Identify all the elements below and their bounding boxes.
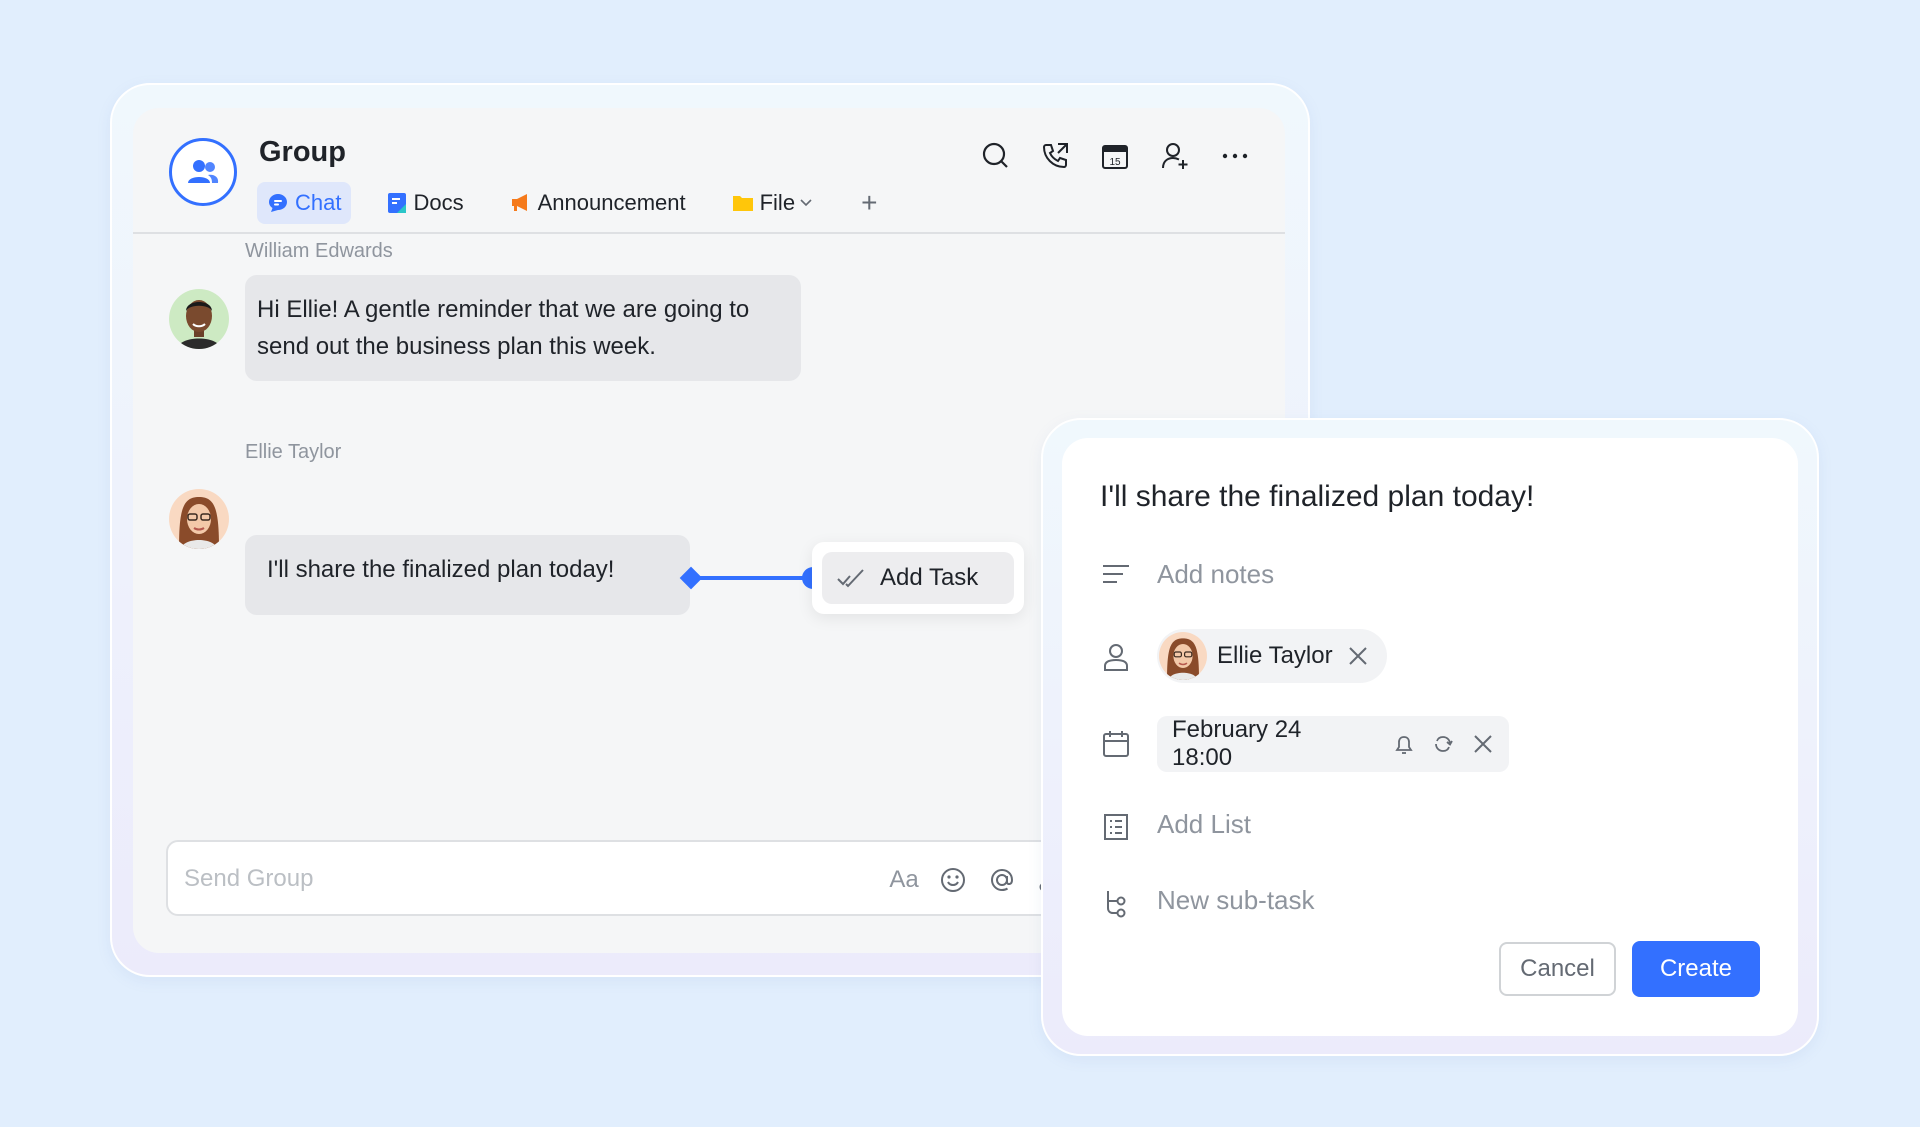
- assignee-chip[interactable]: Ellie Taylor: [1157, 629, 1387, 683]
- group-title: Group: [259, 136, 346, 168]
- chat-header: Group Chat Docs Announcement File + 15: [133, 108, 1285, 234]
- notes-icon: [1100, 559, 1132, 591]
- phone-icon[interactable]: [1039, 140, 1071, 172]
- megaphone-icon: [511, 194, 527, 211]
- avatar-william-edwards[interactable]: [169, 289, 229, 349]
- tab-announcement-label: Announcement: [537, 190, 686, 215]
- due-date-icon: [1100, 728, 1132, 760]
- group-people-icon: [188, 160, 219, 183]
- add-tab-button[interactable]: +: [861, 187, 877, 219]
- tab-bar: Chat Docs Announcement File +: [257, 181, 877, 225]
- avatar-ellie-taylor[interactable]: [169, 489, 229, 549]
- create-button[interactable]: Create: [1632, 941, 1760, 997]
- chat-bubble-icon: [269, 194, 287, 212]
- repeat-icon[interactable]: [1430, 730, 1458, 758]
- add-task-button[interactable]: Add Task: [822, 552, 1014, 604]
- font-format-icon[interactable]: Aa: [888, 864, 920, 896]
- tab-docs[interactable]: Docs: [377, 182, 473, 224]
- new-subtask-field[interactable]: New sub-task: [1157, 885, 1315, 916]
- emoji-icon[interactable]: [937, 864, 969, 896]
- more-icon[interactable]: [1219, 140, 1251, 172]
- search-icon[interactable]: [979, 140, 1011, 172]
- docs-icon: [388, 193, 407, 213]
- group-avatar[interactable]: [169, 138, 237, 206]
- add-notes-field[interactable]: Add notes: [1157, 559, 1274, 590]
- tab-file[interactable]: File: [722, 182, 829, 224]
- message-bubble[interactable]: Hi Ellie! A gentle reminder that we are …: [245, 275, 801, 381]
- reminder-bell-icon[interactable]: [1390, 730, 1418, 758]
- calendar-icon[interactable]: 15: [1099, 140, 1131, 172]
- tab-docs-label: Docs: [413, 190, 464, 215]
- add-member-icon[interactable]: [1159, 140, 1191, 172]
- clear-date-icon[interactable]: [1469, 730, 1497, 758]
- sender-name: Ellie Taylor: [245, 441, 342, 463]
- tab-file-label: File: [759, 190, 796, 215]
- remove-assignee-icon[interactable]: [1347, 645, 1369, 667]
- tab-announcement[interactable]: Announcement: [500, 182, 696, 224]
- add-list-field[interactable]: Add List: [1157, 809, 1251, 840]
- due-date-value: February 24 18:00: [1172, 716, 1302, 771]
- task-title[interactable]: I'll share the finalized plan today!: [1100, 480, 1534, 514]
- add-task-label: Add Task: [880, 564, 979, 591]
- assignee-icon: [1100, 641, 1132, 673]
- list-icon: [1100, 811, 1132, 843]
- message-input[interactable]: [184, 860, 724, 898]
- double-check-icon: [837, 569, 864, 588]
- subtask-icon: [1100, 887, 1132, 919]
- message-bubble[interactable]: I'll share the finalized plan today!: [245, 535, 690, 615]
- task-connector-line: [693, 576, 813, 580]
- folder-icon: [732, 196, 753, 211]
- calendar-day: 15: [1109, 157, 1121, 168]
- tab-chat-label: Chat: [295, 190, 342, 215]
- assignee-name: Ellie Taylor: [1217, 642, 1333, 669]
- header-actions: 15: [951, 140, 1251, 172]
- chevron-down-icon: [800, 199, 812, 207]
- sender-name: William Edwards: [245, 240, 393, 262]
- cancel-button[interactable]: Cancel: [1499, 942, 1616, 996]
- due-date-chip[interactable]: February 24 18:00: [1157, 716, 1509, 772]
- mention-icon[interactable]: [986, 864, 1018, 896]
- tab-chat[interactable]: Chat: [257, 182, 352, 224]
- assignee-avatar: [1159, 632, 1207, 680]
